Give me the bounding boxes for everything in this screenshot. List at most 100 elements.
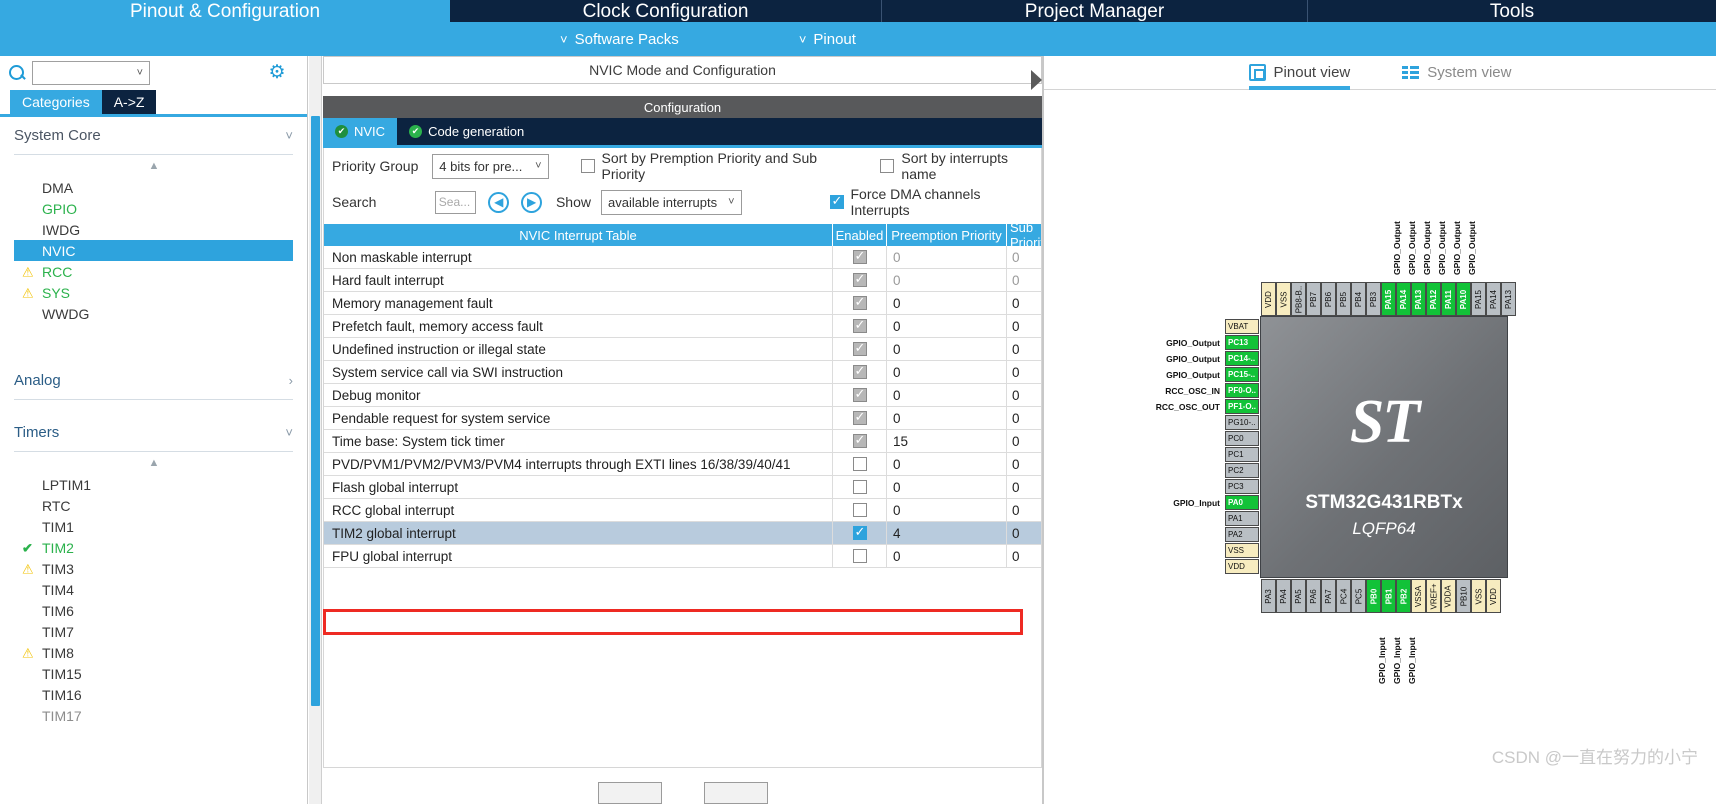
pin-pa15[interactable]: PA15 [1381, 282, 1396, 316]
row-sub[interactable]: 0 [1006, 522, 1041, 544]
column-header-name[interactable]: NVIC Interrupt Table [324, 224, 832, 246]
pin-vdda[interactable]: VDDA [1441, 579, 1456, 613]
row-sub[interactable]: 0 [1006, 430, 1041, 452]
pin-pa7[interactable]: PA7 [1321, 579, 1336, 613]
show-filter-select[interactable]: available interrupts ˅ [600, 189, 742, 215]
pin-pa0[interactable]: PA0 [1225, 495, 1259, 510]
row-enabled[interactable] [832, 338, 886, 360]
sidebar-item-gpio[interactable]: GPIO [14, 198, 293, 219]
bottom-button-right[interactable] [703, 782, 768, 804]
sidebar-item-sys[interactable]: ⚠ SYS [14, 282, 293, 303]
column-header-enabled[interactable]: Enabled [832, 224, 886, 246]
tab-categories[interactable]: Categories [10, 90, 102, 114]
pin-pb10[interactable]: PB10 [1456, 579, 1471, 613]
sidebar-item-rcc[interactable]: ⚠ RCC [14, 261, 293, 282]
group-timers[interactable]: Timers ˅ [14, 414, 293, 452]
force-dma-checkbox-row[interactable]: Force DMA channels Interrupts [829, 186, 1042, 218]
gear-icon[interactable]: ⚙ [267, 63, 287, 83]
chip-diagram[interactable]: ST STM32G431RBTx LQFP64 VBAT PC13 GPIO_Out… [1044, 90, 1716, 804]
sidebar-item-tim8[interactable]: ⚠ TIM8 [14, 642, 293, 663]
sidebar-item-tim3[interactable]: ⚠ TIM3 [14, 558, 293, 579]
pin-vss[interactable]: VSS [1471, 579, 1486, 613]
row-enabled[interactable] [832, 269, 886, 291]
pin-pa3[interactable]: PA3 [1261, 579, 1276, 613]
pin-pa13[interactable]: PA13 [1411, 282, 1426, 316]
enabled-checkbox[interactable] [852, 294, 867, 310]
column-header-sub[interactable]: Sub Priority [1006, 224, 1041, 246]
row-preemption[interactable]: 15 [886, 430, 1006, 452]
table-row[interactable]: Flash global interrupt 0 0 [324, 476, 1041, 499]
pin-pb4[interactable]: PB4 [1351, 282, 1366, 316]
pin-pb6[interactable]: PB6 [1321, 282, 1336, 316]
pin-vssa[interactable]: VSSA [1411, 579, 1426, 613]
row-sub[interactable]: 0 [1006, 384, 1041, 406]
row-enabled[interactable] [832, 361, 886, 383]
row-sub[interactable]: 0 [1006, 338, 1041, 360]
scroll-spinner[interactable]: ▲ [14, 155, 293, 177]
pin-pa15[interactable]: PA15 [1471, 282, 1486, 316]
pin-pa12[interactable]: PA12 [1426, 282, 1441, 316]
enabled-checkbox[interactable] [852, 432, 867, 448]
pin-pa1[interactable]: PA1 [1225, 511, 1259, 526]
force-dma-checkbox[interactable] [829, 193, 844, 209]
sidebar-item-wwdg[interactable]: WWDG [14, 303, 293, 324]
pin-vref[interactable]: VREF+ [1426, 579, 1441, 613]
pin-pc2[interactable]: PC2 [1225, 463, 1259, 478]
menu-software-packs[interactable]: ˅ Software Packs [560, 31, 679, 48]
sidebar-item-tim7[interactable]: TIM7 [14, 621, 293, 642]
pin-pa13[interactable]: PA13 [1501, 282, 1516, 316]
pin-vss[interactable]: VSS [1225, 543, 1259, 558]
row-preemption[interactable]: 0 [886, 315, 1006, 337]
row-enabled[interactable] [832, 499, 886, 521]
bottom-button-left[interactable] [597, 782, 662, 804]
table-row[interactable]: Undefined instruction or illegal state 0… [324, 338, 1041, 361]
pin-pc3[interactable]: PC3 [1225, 479, 1259, 494]
sidebar-item-rtc[interactable]: RTC [14, 495, 293, 516]
pin-pa2[interactable]: PA2 [1225, 527, 1259, 542]
sort-premption-checkbox[interactable] [580, 159, 595, 173]
table-row[interactable]: System service call via SWI instruction … [324, 361, 1041, 384]
enabled-checkbox[interactable] [852, 409, 867, 425]
row-preemption[interactable]: 0 [886, 246, 1006, 268]
pin-pa5[interactable]: PA5 [1291, 579, 1306, 613]
row-preemption[interactable]: 0 [886, 269, 1006, 291]
tab-clock-configuration[interactable]: Clock Configuration [450, 0, 882, 22]
priority-group-select[interactable]: 4 bits for pre... ˅ [432, 153, 549, 179]
tab-tools[interactable]: Tools [1308, 0, 1716, 22]
panel-scrollbar-left[interactable] [309, 56, 322, 804]
pin-pb0[interactable]: PB0 [1366, 579, 1381, 613]
menu-pinout[interactable]: ˅ Pinout [799, 31, 856, 48]
sidebar-item-tim2[interactable]: ✔ TIM2 [14, 537, 293, 558]
sort-name-checkbox[interactable] [880, 159, 895, 173]
pin-vdd[interactable]: VDD [1225, 559, 1259, 574]
sort-name-checkbox-row[interactable]: Sort by interrupts name [880, 150, 1041, 182]
pin-pa10[interactable]: PA10 [1456, 282, 1471, 316]
row-preemption[interactable]: 0 [886, 338, 1006, 360]
row-enabled[interactable] [832, 384, 886, 406]
pin-vdd[interactable]: VDD [1261, 282, 1276, 316]
table-row[interactable]: Hard fault interrupt 0 0 [324, 269, 1041, 292]
sidebar-item-iwdg[interactable]: IWDG [14, 219, 293, 240]
pin-pf0o[interactable]: PF0-O.. [1225, 383, 1259, 398]
pin-pa14[interactable]: PA14 [1486, 282, 1501, 316]
row-preemption[interactable]: 0 [886, 292, 1006, 314]
scroll-spinner[interactable]: ▲ [14, 452, 293, 474]
tab-code-generation[interactable]: ✔ Code generation [397, 118, 536, 145]
table-row[interactable]: Time base: System tick timer 15 0 [324, 430, 1041, 453]
row-enabled[interactable] [832, 453, 886, 475]
row-preemption[interactable]: 0 [886, 453, 1006, 475]
pin-pc1[interactable]: PC1 [1225, 447, 1259, 462]
tab-nvic[interactable]: ✔ NVIC [323, 118, 398, 145]
sidebar-item-tim4[interactable]: TIM4 [14, 579, 293, 600]
enabled-checkbox[interactable] [852, 340, 867, 356]
sidebar-item-tim17[interactable]: TIM17 [14, 705, 293, 726]
pin-pa6[interactable]: PA6 [1306, 579, 1321, 613]
enabled-checkbox[interactable] [852, 317, 867, 333]
scrollbar-thumb[interactable] [311, 116, 320, 706]
row-preemption[interactable]: 0 [886, 407, 1006, 429]
row-sub[interactable]: 0 [1006, 361, 1041, 383]
table-row[interactable]: RCC global interrupt 0 0 [324, 499, 1041, 522]
enabled-checkbox[interactable] [852, 386, 867, 402]
row-sub[interactable]: 0 [1006, 315, 1041, 337]
row-enabled[interactable] [832, 407, 886, 429]
